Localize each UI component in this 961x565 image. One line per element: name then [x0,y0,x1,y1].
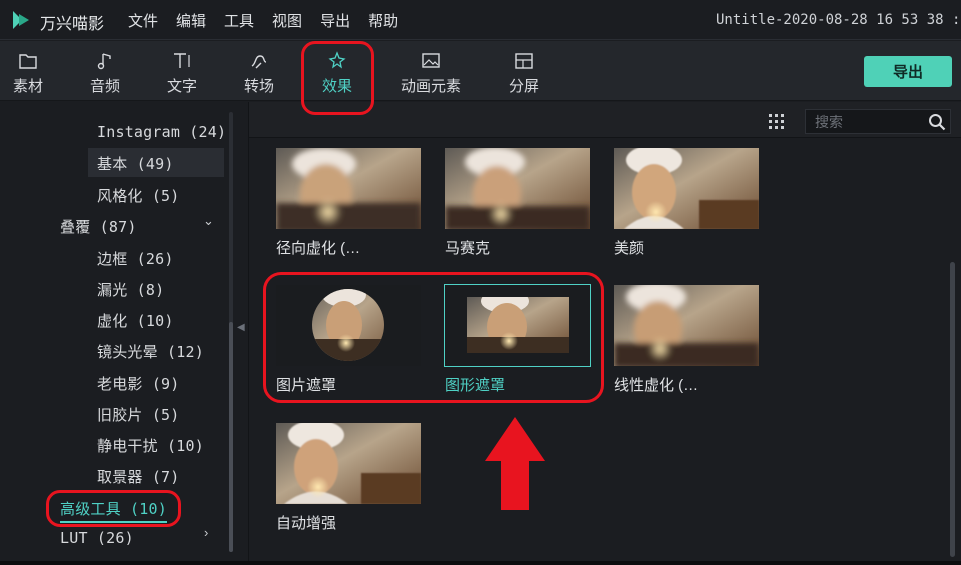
tab-split-screen[interactable]: 分屏 [506,51,542,96]
annotation-up-arrow-icon [485,417,545,510]
sidebar-item-old-film[interactable]: 老电影 (9) [97,373,180,394]
tab-split-screen-label: 分屏 [508,78,539,95]
music-note-icon [97,53,111,70]
image-icon [422,53,440,68]
split-screen-icon [515,53,533,69]
sidebar-group-lut[interactable]: LUT (26) [60,529,134,547]
effect-card-radial-blur[interactable]: 径向虚化 (… [276,148,422,258]
search-box [805,109,951,134]
effect-card-image-mask[interactable]: 图片遮罩 [276,285,422,395]
app-logo-icon [13,11,29,29]
effect-thumbnail[interactable] [614,285,759,366]
text-icon [174,53,190,68]
project-title: Untitle-2020-08-28 16 53 38 : 0 [716,12,961,28]
effect-label: 美颜 [614,240,645,257]
effect-label: 图形遮罩 [445,377,506,394]
effect-label: 线性虚化 (… [614,377,699,394]
grid-view-icon[interactable] [769,114,785,130]
sidebar-item-frame[interactable]: 边框 (26) [97,248,174,269]
media-toolbar: 素材 音频 文字 转场 效果 动画元素 分屏 导出 [0,41,961,101]
effect-label: 自动增强 [276,515,337,532]
sidebar-item-vintage-film[interactable]: 旧胶片 (5) [97,404,180,425]
menu-bar: 文件 编辑 工具 视图 导出 帮助 [128,10,398,31]
menu-edit[interactable]: 编辑 [176,10,206,31]
sidebar-scrollbar-thumb[interactable] [229,322,233,552]
tab-media[interactable]: 素材 [10,51,46,96]
bottom-edge [0,561,961,565]
effect-thumbnail[interactable] [276,423,421,504]
sidebar-item-static-noise[interactable]: 静电干扰 (10) [97,435,204,456]
sidebar-group-advanced-tools[interactable]: 高级工具 (10) [60,498,167,523]
menu-help[interactable]: 帮助 [368,10,398,31]
effect-card-shape-mask[interactable]: 图形遮罩 [444,284,591,395]
effect-card-mosaic[interactable]: 马赛克 [445,148,591,258]
effect-card-linear-blur[interactable]: 线性虚化 (… [614,285,760,395]
title-bar: 万兴喵影 文件 编辑 工具 视图 导出 帮助 Untitle-2020-08-2… [0,0,961,40]
effect-thumbnail[interactable] [444,284,591,367]
effect-card-beauty[interactable]: 美颜 [614,148,760,258]
collapse-sidebar-icon[interactable]: ◀ [237,322,245,333]
thumbnail-image [614,148,759,229]
menu-tools[interactable]: 工具 [224,10,254,31]
app-name: 万兴喵影 [40,16,105,33]
effect-thumbnail[interactable] [276,148,421,229]
sidebar-item-stylize[interactable]: 风格化 (5) [97,185,180,206]
thumbnail-image [445,148,590,229]
sidebar-item-viewfinder[interactable]: 取景器 (7) [97,466,180,487]
menu-file[interactable]: 文件 [128,10,158,31]
search-input[interactable] [806,113,924,130]
tab-text[interactable]: 文字 [164,51,200,96]
effect-thumbnail[interactable] [445,148,590,229]
effect-label: 图片遮罩 [276,377,337,394]
export-button[interactable]: 导出 [864,56,952,87]
sidebar-group-overlay[interactable]: 叠覆 (87) [60,216,137,237]
thumbnail-image [276,148,421,229]
effect-thumbnail[interactable] [276,285,421,366]
tab-audio[interactable]: 音频 [87,51,123,96]
effect-card-auto-enhance[interactable]: 自动增强 [276,423,422,533]
effect-label: 马赛克 [445,240,491,257]
thumbnail-image [276,423,421,504]
thumbnail-image [445,285,590,366]
search-icon[interactable] [928,113,946,131]
chevron-down-icon[interactable]: ⌄ [203,213,214,229]
effects-scrollbar[interactable] [950,262,955,557]
tab-effects[interactable]: 效果 [319,51,355,96]
tab-transitions[interactable]: 转场 [241,51,277,96]
tab-transitions-label: 转场 [243,78,274,95]
tab-effects-label: 效果 [321,78,352,95]
sidebar-item-light-leak[interactable]: 漏光 (8) [97,279,164,300]
effect-thumbnail[interactable] [614,148,759,229]
tab-elements-label: 动画元素 [400,78,461,95]
effect-label: 径向虚化 (… [276,240,361,257]
sidebar-item-instagram[interactable]: Instagram (24) [97,123,226,141]
tab-audio-label: 音频 [89,78,120,95]
sidebar-item-lens-flare[interactable]: 镜头光晕 (12) [97,341,204,362]
folder-icon [19,54,37,69]
thumbnail-image [614,285,759,366]
menu-view[interactable]: 视图 [272,10,302,31]
tab-media-label: 素材 [12,78,43,95]
sidebar-scrollbar[interactable] [229,112,233,552]
tab-elements[interactable]: 动画元素 [397,51,465,96]
tab-text-label: 文字 [166,78,197,95]
sidebar-item-basic[interactable]: 基本 (49) [88,148,224,177]
transition-icon [251,55,267,69]
panel-divider[interactable] [248,102,249,562]
effects-sparkle-icon [328,51,346,69]
sidebar-item-blur[interactable]: 虚化 (10) [97,310,174,331]
chevron-right-icon[interactable]: › [204,525,208,540]
thumbnail-image [276,285,421,366]
menu-export[interactable]: 导出 [320,10,350,31]
